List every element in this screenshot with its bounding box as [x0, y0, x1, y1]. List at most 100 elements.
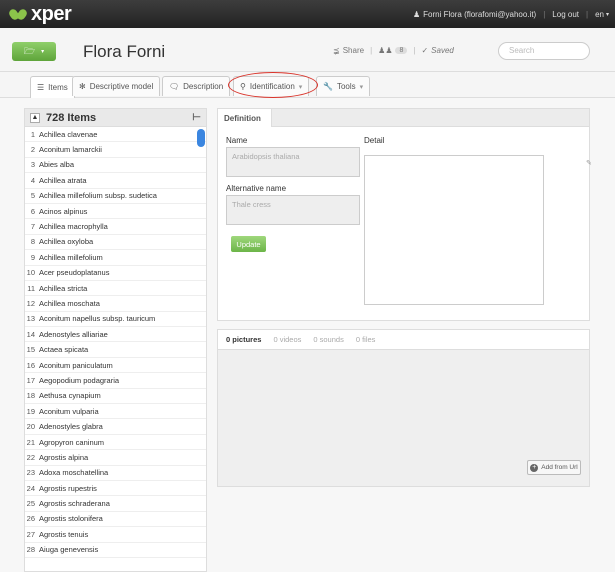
item-number: 11	[27, 283, 35, 293]
item-name: Agropyron caninum	[39, 437, 105, 447]
alternative-name-field[interactable]: Thale cress	[226, 195, 360, 225]
divider: |	[413, 46, 416, 55]
items-count: 728 Items	[46, 111, 97, 124]
list-item[interactable]: 8 Achillea oxyloba	[25, 235, 206, 251]
item-number: 27	[26, 529, 35, 539]
list-item[interactable]: 4 Achillea atrata	[25, 173, 206, 189]
list-item[interactable]: 24 Agrostis rupestris	[25, 481, 206, 497]
list-icon: ☰	[37, 83, 45, 92]
list-item[interactable]: 25 Agrostis schraderana	[25, 496, 206, 512]
list-item[interactable]: 15 Actaea spicata	[25, 342, 206, 358]
definition-panel: Definition Name Arabidopsis thaliana Alt…	[217, 108, 592, 321]
tab-description[interactable]: 🗨 Description	[162, 76, 231, 96]
add-from-url-button[interactable]: + Add from Url	[527, 460, 581, 475]
list-item[interactable]: 17 Aegopodium podagraria	[25, 373, 206, 389]
list-item[interactable]: 10 Acer pseudoplatanus	[25, 266, 206, 281]
tab-videos[interactable]: 0 videos	[273, 335, 301, 344]
editor-icon[interactable]: ✎	[586, 159, 592, 167]
item-number: 17	[26, 375, 35, 385]
item-name: Achillea macrophylla	[39, 222, 108, 232]
tab-files[interactable]: 0 files	[356, 335, 376, 344]
leaf-icon	[7, 5, 29, 23]
list-item[interactable]: 5 Achillea millefolium subsp. sudetica	[25, 189, 206, 204]
item-name: Achillea stricta	[39, 283, 88, 293]
item-number: 2	[30, 145, 35, 155]
divider: |	[586, 9, 589, 19]
item-name: Aiuga genevensis	[39, 545, 99, 555]
list-item[interactable]: 12 Achillea moschata	[25, 296, 206, 312]
search-input[interactable]: Search	[498, 42, 590, 60]
tab-identification[interactable]: ⚲ Identification ▾	[233, 76, 310, 96]
open-project-button[interactable]: 🗁 ▾	[12, 42, 56, 61]
tab-definition[interactable]: Definition	[218, 109, 272, 127]
folder-icon: 🗁	[23, 45, 36, 56]
logout-link[interactable]: Log out	[552, 10, 579, 19]
search-icon: ⚲	[240, 82, 246, 91]
item-number: 26	[26, 514, 35, 524]
tab-label: Descriptive model	[89, 82, 154, 91]
list-item[interactable]: 16 Aconitum paniculatum	[25, 358, 206, 374]
language-select[interactable]: en	[595, 10, 604, 19]
project-actions: ⪵ Share | ♟♟ 8 | ✓ Saved	[333, 46, 454, 55]
list-item[interactable]: 2 Aconitum lamarckii	[25, 142, 206, 158]
items-list: ▲ 728 Items ⊢ 1 Achillea clavenae 2 Aconitu…	[24, 108, 207, 572]
list-item[interactable]: 27 Agrostis tenuis	[25, 527, 206, 543]
chevron-down-icon: ▾	[605, 11, 609, 18]
xper-logo[interactable]: xper	[7, 2, 72, 26]
add-from-url-label: Add from Url	[541, 464, 578, 471]
item-name: Achillea clavenae	[39, 129, 98, 139]
update-button[interactable]: Update	[231, 236, 266, 252]
tab-items[interactable]: ☰ Items	[30, 76, 75, 98]
collapse-icon[interactable]: ▲	[30, 112, 40, 123]
members-icon[interactable]: ♟♟	[378, 46, 392, 55]
tab-tools[interactable]: 🔧 Tools ▾	[316, 76, 371, 96]
tab-pictures[interactable]: 0 pictures	[226, 335, 261, 344]
list-item[interactable]: 18 Aethusa cynapium	[25, 389, 206, 405]
chevron-down-icon: ▾	[41, 49, 45, 55]
list-item[interactable]: 11 Achillea stricta	[25, 281, 206, 297]
tab-descriptive-model[interactable]: ✻ Descriptive model	[72, 76, 161, 96]
list-item[interactable]: 23 Adoxa moschatellina	[25, 466, 206, 481]
item-number: 3	[30, 160, 35, 170]
list-item[interactable]: 7 Achillea macrophylla	[25, 219, 206, 235]
list-item[interactable]: 14 Adenostyles alliariae	[25, 327, 206, 343]
detail-textarea[interactable]	[364, 155, 544, 305]
list-item[interactable]: 26 Agrostis stolonifera	[25, 512, 206, 528]
user-account-link[interactable]: Forni Flora (florafomi@yahoo.it)	[423, 10, 536, 19]
tree-view-icon[interactable]: ⊢	[192, 112, 201, 123]
list-item[interactable]: 9 Achillea millefolium	[25, 250, 206, 266]
list-item[interactable]: 13 Aconitum napellus subsp. tauricum	[25, 312, 206, 328]
item-number: 13	[26, 314, 35, 324]
share-icon: ⪵	[333, 46, 340, 55]
scrollbar[interactable]	[197, 129, 205, 147]
saved-status: Saved	[431, 46, 454, 55]
item-number: 9	[30, 252, 35, 262]
tab-label: Identification	[249, 82, 295, 91]
list-item[interactable]: 28 Aiuga genevensis	[25, 543, 206, 558]
workspace: ▲ 728 Items ⊢ 1 Achillea clavenae 2 Aconitu…	[0, 98, 615, 572]
list-item[interactable]: 6 Acinos alpinus	[25, 204, 206, 220]
list-item[interactable]: 3 Abies alba	[25, 158, 206, 174]
items-rows: 1 Achillea clavenae 2 Aconitum lamarckii 3 Ab…	[25, 127, 206, 558]
tab-sounds[interactable]: 0 sounds	[313, 335, 343, 344]
item-name: Adoxa moschatellina	[39, 468, 109, 478]
name-field[interactable]: Arabidopsis thaliana	[226, 147, 360, 177]
list-item[interactable]: 1 Achillea clavenae	[25, 127, 206, 143]
share-button[interactable]: Share	[343, 46, 364, 55]
list-item[interactable]: 21 Agropyron caninum	[25, 435, 206, 451]
item-number: 23	[26, 468, 35, 478]
main-tabs: ☰ Items ✻ Descriptive model 🗨 Descriptio…	[0, 72, 615, 98]
item-number: 21	[26, 437, 35, 447]
list-item[interactable]: 22 Agrostis alpina	[25, 450, 206, 466]
item-number: 14	[26, 329, 35, 339]
item-number: 24	[26, 483, 35, 493]
list-item[interactable]: 20 Adenostyles glabra	[25, 419, 206, 435]
alternative-name-label: Alternative name	[226, 184, 287, 193]
plus-icon: +	[530, 463, 539, 472]
tab-label: Items	[48, 83, 68, 92]
item-name: Achillea moschata	[39, 298, 100, 308]
item-number: 8	[30, 237, 35, 247]
list-item[interactable]: 19 Aconitum vulparia	[25, 404, 206, 420]
item-name: Agrostis alpina	[39, 452, 89, 462]
item-name: Acer pseudoplatanus	[39, 268, 110, 278]
